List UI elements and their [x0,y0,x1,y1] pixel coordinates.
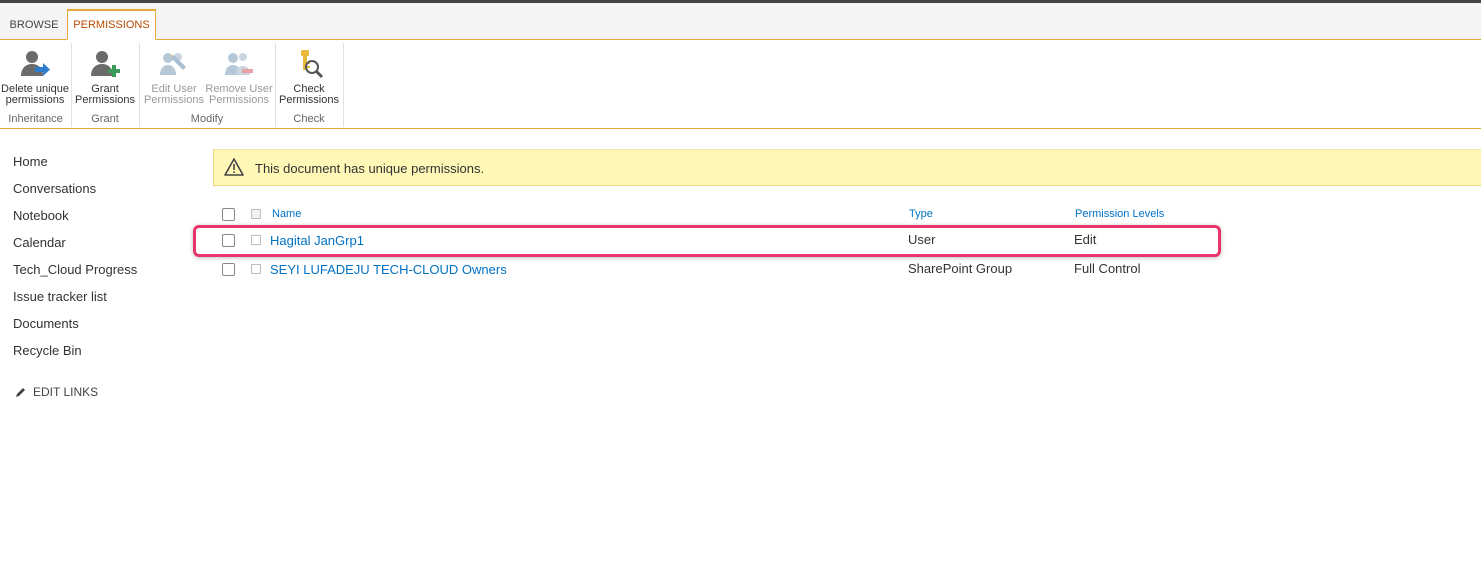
row-checkbox[interactable] [222,263,235,276]
quick-launch-nav: Home Conversations Notebook Calendar Tec… [13,152,193,368]
delete-unique-permissions-icon [21,51,50,76]
column-header-type[interactable]: Type [909,208,933,220]
column-header-name[interactable]: Name [272,208,301,220]
row-name-link[interactable]: SEYI LUFADEJU TECH-CLOUD Owners [270,262,507,277]
column-header-permission-levels[interactable]: Permission Levels [1075,208,1164,220]
ribbon-group-inheritance: Delete unique permissions Inheritance [0,43,72,127]
edit-user-permissions-icon [160,53,186,75]
grant-label-2: Permissions [75,94,135,106]
group-label-grant: Grant [91,113,119,125]
grant-permissions-icon [91,51,120,77]
row-type: SharePoint Group [908,261,1013,276]
unique-permissions-banner: This document has unique permissions. [213,149,1481,186]
ribbon-group-modify: Edit User Permissions Remove User Permis… [139,43,276,127]
banner-message: This document has unique permissions. [255,161,485,176]
edit-user-permissions-button[interactable]: Edit User Permissions [143,45,205,109]
edit-links-label: EDIT LINKS [33,385,99,399]
nav-item-recycle-bin[interactable]: Recycle Bin [13,341,193,368]
ribbon-tab-bar: BROWSE PERMISSIONS [0,3,1481,40]
delete-unique-label-2: permissions [5,94,65,106]
check-permissions-button[interactable]: Check Permissions [275,45,343,109]
ribbon: Delete unique permissions Inheritance Gr… [0,40,1481,129]
nav-item-home[interactable]: Home [13,152,193,179]
delete-unique-permissions-button[interactable]: Delete unique permissions [0,45,70,109]
check-permissions-icon [301,50,324,79]
nav-item-tech-cloud-progress[interactable]: Tech_Cloud Progress [13,260,193,287]
nav-item-documents[interactable]: Documents [13,314,193,341]
ribbon-group-check: Check Permissions Check [275,43,344,127]
edit-user-label-2: Permissions [144,94,204,106]
grant-permissions-button[interactable]: Grant Permissions [71,45,139,109]
select-all-checkbox[interactable] [222,208,235,221]
nav-item-issue-tracker-list[interactable]: Issue tracker list [13,287,193,314]
row-permission-level: Full Control [1074,261,1141,276]
row-item-checkbox[interactable] [251,264,261,274]
ribbon-group-grant: Grant Permissions Grant [71,43,140,127]
nav-item-conversations[interactable]: Conversations [13,179,193,206]
check-label-2: Permissions [279,94,339,106]
header-item-checkbox[interactable] [251,209,261,219]
edit-links-button[interactable]: EDIT LINKS [15,385,98,399]
group-label-modify: Modify [190,113,224,125]
tab-permissions[interactable]: PERMISSIONS [67,9,156,40]
remove-user-permissions-button[interactable]: Remove User Permissions [205,45,273,109]
group-label-check: Check [293,113,325,125]
remove-user-label-2: Permissions [209,94,269,106]
nav-item-calendar[interactable]: Calendar [13,233,193,260]
group-label-inheritance: Inheritance [8,113,63,125]
remove-user-permissions-icon [225,53,253,75]
pencil-icon [16,388,25,397]
tab-browse[interactable]: BROWSE [2,11,66,39]
row-highlight-annotation [193,225,1221,257]
nav-item-notebook[interactable]: Notebook [13,206,193,233]
warning-icon [224,158,244,176]
